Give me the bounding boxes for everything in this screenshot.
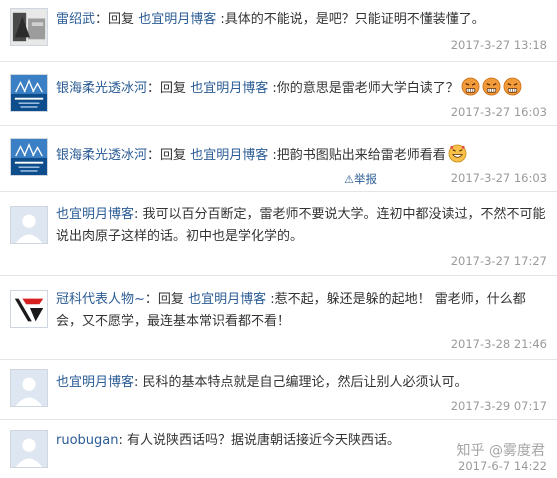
comment-meta: 2017-3-27 13:18: [451, 38, 547, 52]
comment-text: 也宜明月博客: 民科的基本特点就是自己编理论，然后让别人必须认可。: [56, 372, 547, 394]
warning-icon: ⚠: [344, 173, 354, 186]
default-user-avatar-icon[interactable]: [10, 430, 48, 468]
watermark: 知乎 @雾度君: [456, 443, 545, 459]
comment-time: 2017-3-29 07:17: [450, 399, 547, 413]
logo-avatar-icon[interactable]: [10, 290, 48, 328]
comment-content: 具体的不能说，是吧？只能证明不懂装懂了。: [224, 12, 485, 27]
comment-item: 也宜明月博客: 民科的基本特点就是自己编理论，然后让别人必须认可。 2017-3…: [0, 360, 557, 420]
comment-time: 2017-3-28 21:46: [450, 337, 547, 351]
grin-face-icon: [448, 144, 467, 163]
comment-meta: 2017-3-28 21:46: [451, 337, 547, 351]
comment-item: 银海柔光透冰河：回复 也宜明月博客 :你的意思是雷老师大学白读了？ 2017-3…: [0, 62, 557, 126]
comment-meta: 2017-3-29 07:17: [451, 399, 547, 413]
reply-word: 回复: [108, 12, 135, 27]
angry-face-icon: [503, 77, 522, 96]
comment-text: 冠科代表人物~：回复 也宜明月博客 :惹不起，躲还是躲的起地！ 雷老师，什么都会…: [56, 292, 526, 329]
reply-target-link[interactable]: 也宜明月博客: [190, 81, 268, 96]
default-user-avatar-icon[interactable]: [10, 369, 48, 407]
reply-target-link[interactable]: 也宜明月博客: [188, 292, 266, 307]
default-user-avatar-icon[interactable]: [10, 206, 48, 244]
comment-content: 你的意思是雷老师大学白读了？: [276, 81, 459, 96]
separator: :: [118, 433, 123, 448]
reply-word: 回复: [160, 81, 187, 96]
report-link[interactable]: ⚠举报: [344, 171, 377, 187]
comment-author-link[interactable]: ruobugan: [56, 433, 119, 448]
angry-face-icon: [461, 77, 480, 96]
report-label: 举报: [354, 172, 377, 186]
comment-author-link[interactable]: 冠科代表人物~: [56, 292, 145, 307]
comment-text: 银海柔光透冰河：回复 也宜明月博客 :把韵书图贴出来给雷老师看看: [56, 144, 547, 167]
angry-face-icon: [482, 77, 501, 96]
comment-meta: 2017-6-7 14:22: [458, 459, 547, 473]
comment-content: 民科的基本特点就是自己编理论，然后让别人必须认可。: [142, 375, 468, 390]
comment-author-link[interactable]: 雷绍武: [56, 12, 95, 27]
comment-item: 冠科代表人物~：回复 也宜明月博客 :惹不起，躲还是躲的起地！ 雷老师，什么都会…: [0, 276, 557, 360]
comment-time: 2017-3-27 16:03: [450, 105, 547, 119]
reply-word: 回复: [157, 292, 184, 307]
comment-list: 雷绍武：回复 也宜明月博客 :具体的不能说，是吧？只能证明不懂装懂了。 2017…: [0, 0, 557, 478]
comment-item: 也宜明月博客: 我可以百分百断定，雷老师不要说大学。连初中都没读过，不然不可能说…: [0, 192, 557, 276]
comment-meta: 2017-3-27 16:03: [451, 171, 547, 185]
comment-author-link[interactable]: 也宜明月博客: [56, 207, 134, 222]
separator: :: [134, 207, 139, 222]
comment-content: 把韵书图贴出来给雷老师看看: [276, 148, 446, 163]
comment-time: 2017-3-27 16:03: [450, 171, 547, 185]
comment-time: 2017-3-27 17:27: [450, 254, 547, 268]
reply-target-link[interactable]: 也宜明月博客: [138, 12, 216, 27]
comment-author-link[interactable]: 也宜明月博客: [56, 375, 134, 390]
comment-content: 有人说陕西话吗？据说唐朝话接近今天陕西话。: [127, 433, 401, 448]
photo-avatar-icon[interactable]: [10, 8, 48, 46]
comment-text: 雷绍武：回复 也宜明月博客 :具体的不能说，是吧？只能证明不懂装懂了。: [56, 12, 485, 27]
building-avatar-icon[interactable]: [10, 138, 48, 176]
comment-time: 2017-6-7 14:22: [458, 459, 547, 473]
comment-text: 银海柔光透冰河：回复 也宜明月博客 :你的意思是雷老师大学白读了？: [56, 77, 547, 100]
comment-meta: 2017-3-27 17:27: [451, 254, 547, 268]
reply-word: 回复: [160, 148, 187, 163]
comment-item: 银海柔光透冰河：回复 也宜明月博客 :把韵书图贴出来给雷老师看看 ⚠举报 201…: [0, 126, 557, 192]
comment-meta: 2017-3-27 16:03: [451, 105, 547, 119]
comment-text: 也宜明月博客: 我可以百分百断定，雷老师不要说大学。连初中都没读过，不然不可能说…: [56, 204, 547, 248]
building-avatar-icon[interactable]: [10, 74, 48, 112]
comment-author-link[interactable]: 银海柔光透冰河: [56, 148, 147, 163]
comment-item: 雷绍武：回复 也宜明月博客 :具体的不能说，是吧？只能证明不懂装懂了。 2017…: [0, 0, 557, 62]
comment-time: 2017-3-27 13:18: [450, 38, 547, 52]
separator: :: [134, 375, 139, 390]
reply-target-link[interactable]: 也宜明月博客: [190, 148, 268, 163]
comment-author-link[interactable]: 银海柔光透冰河: [56, 81, 147, 96]
